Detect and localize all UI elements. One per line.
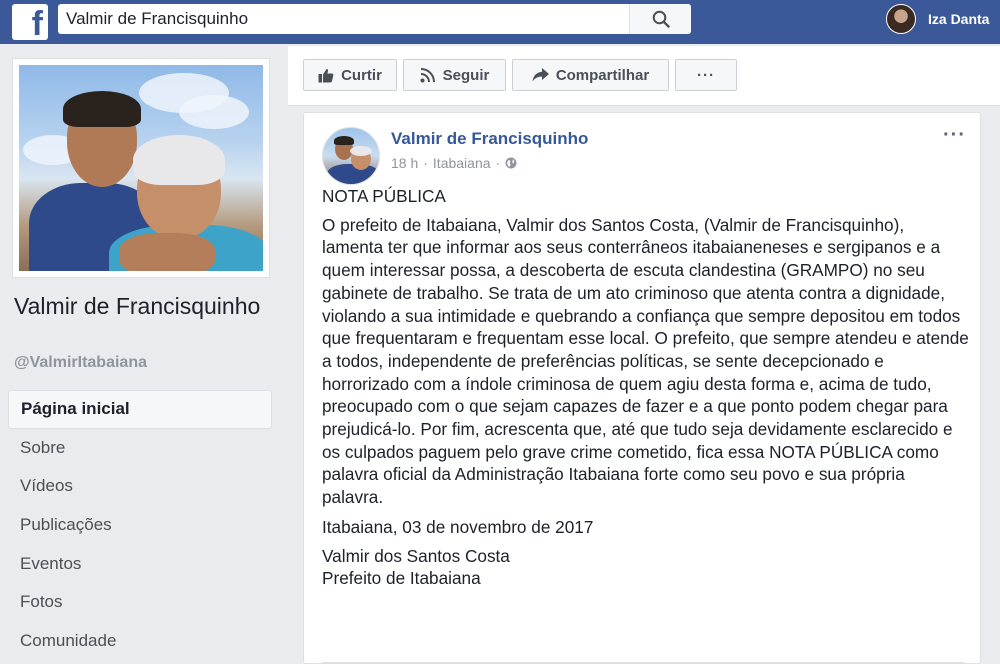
- post-author-avatar[interactable]: [322, 127, 380, 185]
- nav-item-photos[interactable]: Fotos: [8, 583, 272, 622]
- more-dots-icon: ···: [697, 66, 715, 84]
- post-heading: NOTA PÚBLICA: [322, 186, 446, 206]
- top-navigation-bar: f Iza Danta: [0, 0, 1000, 44]
- search-input[interactable]: [58, 4, 628, 34]
- more-options-icon: ···: [943, 124, 966, 146]
- page-title[interactable]: Valmir de Francisquinho: [14, 292, 274, 320]
- post-paragraph: O prefeito de Itabaiana, Valmir dos Sant…: [322, 214, 969, 508]
- nav-item-videos[interactable]: Vídeos: [8, 467, 272, 506]
- meta-separator: ·: [495, 155, 501, 171]
- like-button-label: Curtir: [341, 66, 382, 84]
- nav-item-posts[interactable]: Publicações: [8, 506, 272, 545]
- search-button[interactable]: [629, 4, 691, 34]
- nav-item-home[interactable]: Página inicial: [8, 390, 272, 429]
- post-text: NOTA PÚBLICA O prefeito de Itabaiana, Va…: [322, 185, 970, 590]
- search-icon: [652, 10, 670, 28]
- share-arrow-icon: [532, 68, 549, 82]
- post-divider: [322, 662, 964, 663]
- post-timestamp[interactable]: 18 h: [391, 155, 418, 171]
- nav-item-about[interactable]: Sobre: [8, 429, 272, 468]
- globe-icon[interactable]: [505, 157, 517, 169]
- meta-separator: ·: [423, 155, 428, 171]
- post-card: Valmir de Francisquinho 18 h · Itabaiana…: [303, 112, 981, 664]
- thumbs-up-icon: [318, 68, 334, 82]
- follow-button[interactable]: Seguir: [403, 59, 506, 91]
- page-actions-bar: Curtir Seguir Compartilhar ···: [288, 46, 1000, 106]
- nav-item-events[interactable]: Eventos: [8, 544, 272, 583]
- share-button-label: Compartilhar: [555, 66, 650, 84]
- like-button[interactable]: Curtir: [303, 59, 397, 91]
- post-meta: 18 h · Itabaiana ·: [391, 155, 517, 171]
- follow-button-label: Seguir: [442, 66, 490, 84]
- post-options-button[interactable]: ···: [943, 124, 966, 146]
- post-signature-title: Prefeito de Itabaiana: [322, 568, 481, 589]
- user-menu[interactable]: Iza Danta: [886, 4, 989, 34]
- profile-picture[interactable]: [12, 58, 270, 278]
- nav-item-community[interactable]: Comunidade: [8, 622, 272, 661]
- post-date-line: Itabaiana, 03 de novembro de 2017: [322, 516, 594, 537]
- facebook-logo-icon[interactable]: f: [12, 4, 48, 40]
- user-avatar[interactable]: [886, 4, 916, 34]
- profile-photo: [19, 65, 263, 271]
- search-box: [58, 4, 691, 34]
- user-name[interactable]: Iza Danta: [928, 11, 989, 27]
- post-location[interactable]: Itabaiana: [433, 155, 491, 171]
- page-handle[interactable]: @ValmirItabaiana: [14, 354, 147, 372]
- rss-icon: [420, 68, 435, 83]
- post-author-name[interactable]: Valmir de Francisquinho: [391, 129, 588, 149]
- page-navigation: Página inicial Sobre Vídeos Publicações …: [8, 390, 272, 660]
- share-button[interactable]: Compartilhar: [512, 59, 669, 91]
- post-signature-name: Valmir dos Santos Costa: [322, 545, 510, 566]
- more-button[interactable]: ···: [675, 59, 737, 91]
